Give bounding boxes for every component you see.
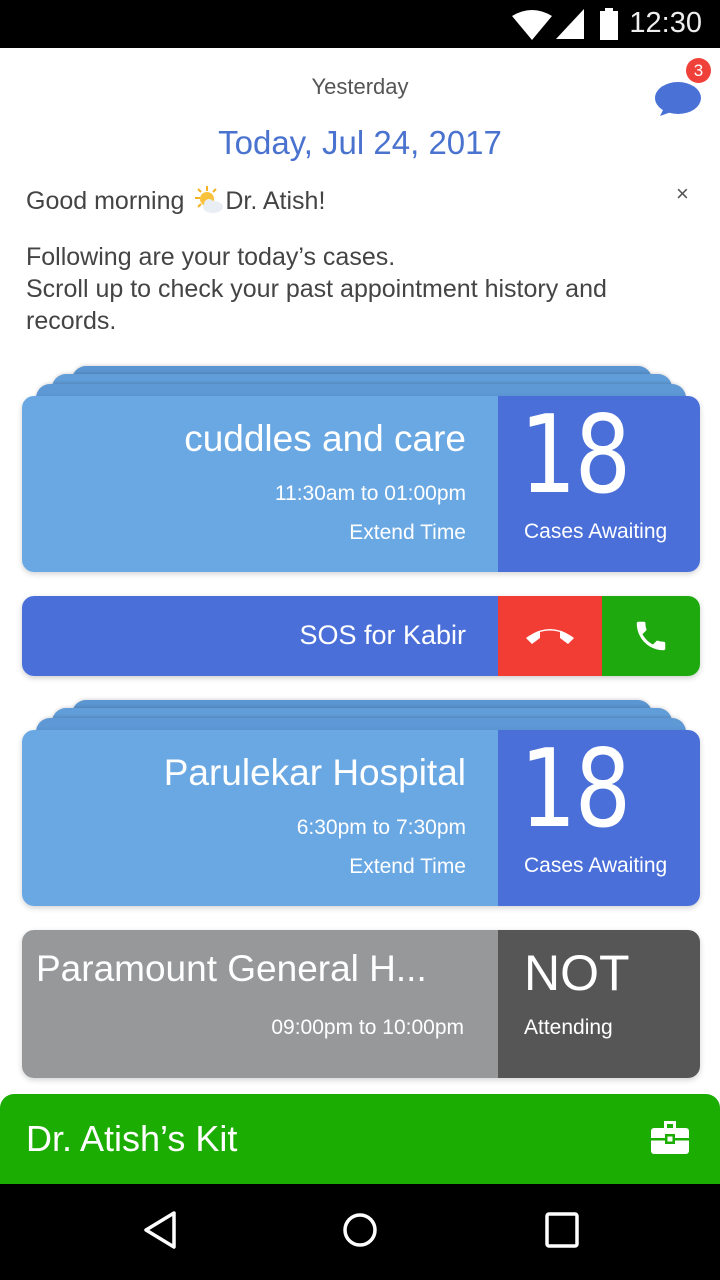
attendance-label: Attending <box>524 1016 613 1039</box>
cases-panel[interactable]: 18 Cases Awaiting <box>498 730 700 906</box>
time-range: 09:00pm to 10:00pm <box>271 1016 464 1039</box>
decline-call-button[interactable] <box>498 596 602 676</box>
appointment-card[interactable]: Parulekar Hospital 6:30pm to 7:30pm Exte… <box>22 730 700 906</box>
dismiss-greeting-button[interactable]: × <box>676 181 689 207</box>
time-range: 6:30pm to 7:30pm <box>296 816 466 839</box>
previous-day-link[interactable]: Yesterday <box>0 74 720 100</box>
extend-time-button[interactable]: Extend Time <box>349 521 466 545</box>
kit-label: Dr. Atish’s Kit <box>26 1118 238 1159</box>
cases-count: 18 <box>520 396 631 518</box>
appointment-card-not-attending[interactable]: Paramount General H... 09:00pm to 10:00p… <box>22 930 700 1078</box>
extend-time-button[interactable]: Extend Time <box>349 855 466 879</box>
appointment-stack-2[interactable]: Parulekar Hospital 6:30pm to 7:30pm Exte… <box>22 700 700 910</box>
sos-label-area: SOS for Kabir <box>22 596 498 676</box>
recents-icon[interactable] <box>544 1210 580 1250</box>
hang-up-icon <box>526 629 574 644</box>
greeting-prefix: Good morning <box>26 187 192 215</box>
intro-line-2: Scroll up to check your past appointment… <box>26 275 607 335</box>
time-range: 11:30am to 01:00pm <box>274 482 466 505</box>
intro-text: Following are your today’s cases. Scroll… <box>26 241 686 337</box>
appointment-details[interactable]: Parulekar Hospital 6:30pm to 7:30pm Exte… <box>22 730 498 906</box>
cases-panel[interactable]: 18 Cases Awaiting <box>498 396 700 572</box>
back-icon[interactable] <box>142 1210 178 1250</box>
sos-label: SOS for Kabir <box>299 620 466 650</box>
attendance-status: NOT <box>524 945 630 1001</box>
system-nav-bar <box>0 1184 720 1280</box>
sun-behind-cloud-icon <box>191 185 225 215</box>
wifi-icon <box>512 10 552 40</box>
battery-icon <box>600 8 618 40</box>
appointment-details[interactable]: cuddles and care 11:30am to 01:00pm Exte… <box>22 396 498 572</box>
attendance-panel[interactable]: NOT Attending <box>498 930 700 1078</box>
appointment-card[interactable]: cuddles and care 11:30am to 01:00pm Exte… <box>22 396 700 572</box>
intro-line-1: Following are your today’s cases. <box>26 243 396 271</box>
cases-count: 18 <box>520 730 631 852</box>
greeting-name: Dr. Atish! <box>225 187 326 215</box>
clinic-name: cuddles and care <box>184 418 466 459</box>
main-content[interactable]: Yesterday Today, Jul 24, 2017 3 Good mor… <box>0 48 720 1184</box>
home-icon[interactable] <box>341 1210 379 1250</box>
greeting-text: Good morning Dr. Atish! <box>26 185 325 216</box>
accept-call-button[interactable] <box>602 596 700 676</box>
clock: 12:30 <box>629 7 702 39</box>
appointment-details[interactable]: Paramount General H... 09:00pm to 10:00p… <box>22 930 498 1078</box>
cases-label: Cases Awaiting <box>524 520 668 543</box>
clinic-name: Paramount General H... <box>36 948 427 989</box>
status-bar: 12:30 <box>0 0 720 48</box>
sos-call-bar: SOS for Kabir <box>22 596 700 676</box>
current-date: Today, Jul 24, 2017 <box>218 124 502 161</box>
clinic-name: Parulekar Hospital <box>163 752 466 793</box>
phone-icon <box>636 621 666 651</box>
doctor-kit-button[interactable]: Dr. Atish’s Kit <box>0 1094 720 1184</box>
medical-kit-icon <box>651 1121 689 1154</box>
appointment-stack-1[interactable]: cuddles and care 11:30am to 01:00pm Exte… <box>22 366 700 576</box>
signal-icon <box>556 9 584 39</box>
cases-label: Cases Awaiting <box>524 854 668 877</box>
unread-badge: 3 <box>686 58 711 83</box>
